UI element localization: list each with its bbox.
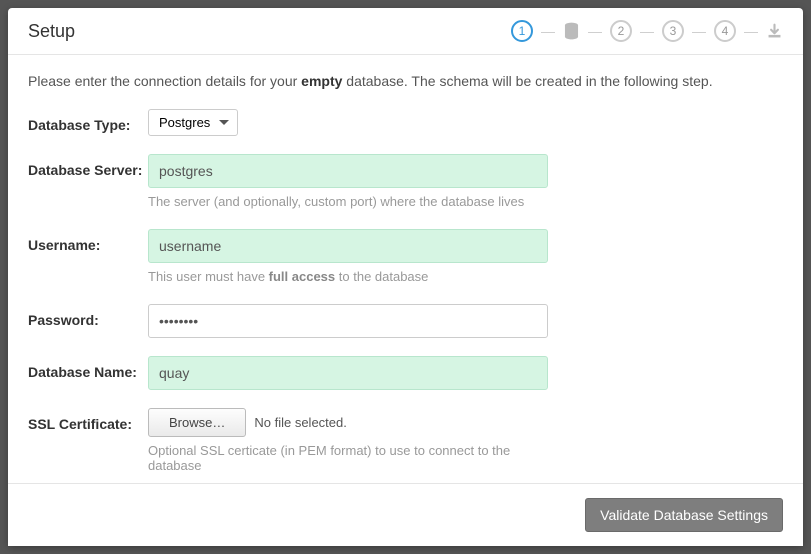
username-input[interactable] xyxy=(148,229,548,263)
step-4[interactable]: 4 xyxy=(714,20,736,42)
step-separator: — xyxy=(541,23,555,39)
db-server-input[interactable] xyxy=(148,154,548,188)
intro-pre: Please enter the connection details for … xyxy=(28,73,301,89)
modal-header: Setup 1 — — 2 — 3 — 4 — xyxy=(8,8,803,55)
db-server-label: Database Server: xyxy=(28,154,148,178)
browse-button[interactable]: Browse… xyxy=(148,408,246,437)
step-separator: — xyxy=(692,23,706,39)
step-1[interactable]: 1 xyxy=(511,20,533,42)
file-status: No file selected. xyxy=(254,415,347,430)
password-input[interactable] xyxy=(148,304,548,338)
page-title: Setup xyxy=(28,21,75,42)
db-type-label: Database Type: xyxy=(28,109,148,133)
db-name-input[interactable] xyxy=(148,356,548,390)
username-hint-strong: full access xyxy=(269,269,336,284)
step-separator: — xyxy=(744,23,758,39)
db-name-label: Database Name: xyxy=(28,356,148,380)
db-type-select[interactable]: Postgres xyxy=(148,109,238,136)
setup-modal: Setup 1 — — 2 — 3 — 4 — Please enter the… xyxy=(8,8,803,546)
stepper: 1 — — 2 — 3 — 4 — xyxy=(511,20,783,42)
download-icon xyxy=(766,23,783,40)
username-hint: This user must have full access to the d… xyxy=(148,269,548,284)
database-icon xyxy=(563,22,580,40)
username-hint-pre: This user must have xyxy=(148,269,269,284)
step-separator: — xyxy=(640,23,654,39)
step-separator: — xyxy=(588,23,602,39)
password-label: Password: xyxy=(28,304,148,328)
step-3[interactable]: 3 xyxy=(662,20,684,42)
ssl-label: SSL Certificate: xyxy=(28,408,148,432)
validate-button[interactable]: Validate Database Settings xyxy=(585,498,783,532)
ssl-hint: Optional SSL certicate (in PEM format) t… xyxy=(148,443,548,473)
username-hint-post: to the database xyxy=(335,269,428,284)
intro-post: database. The schema will be created in … xyxy=(342,73,712,89)
username-label: Username: xyxy=(28,229,148,253)
step-2[interactable]: 2 xyxy=(610,20,632,42)
intro-text: Please enter the connection details for … xyxy=(28,73,783,89)
intro-empty: empty xyxy=(301,73,342,89)
modal-body: Please enter the connection details for … xyxy=(8,55,803,483)
db-server-hint: The server (and optionally, custom port)… xyxy=(148,194,548,209)
modal-footer: Validate Database Settings xyxy=(8,483,803,546)
